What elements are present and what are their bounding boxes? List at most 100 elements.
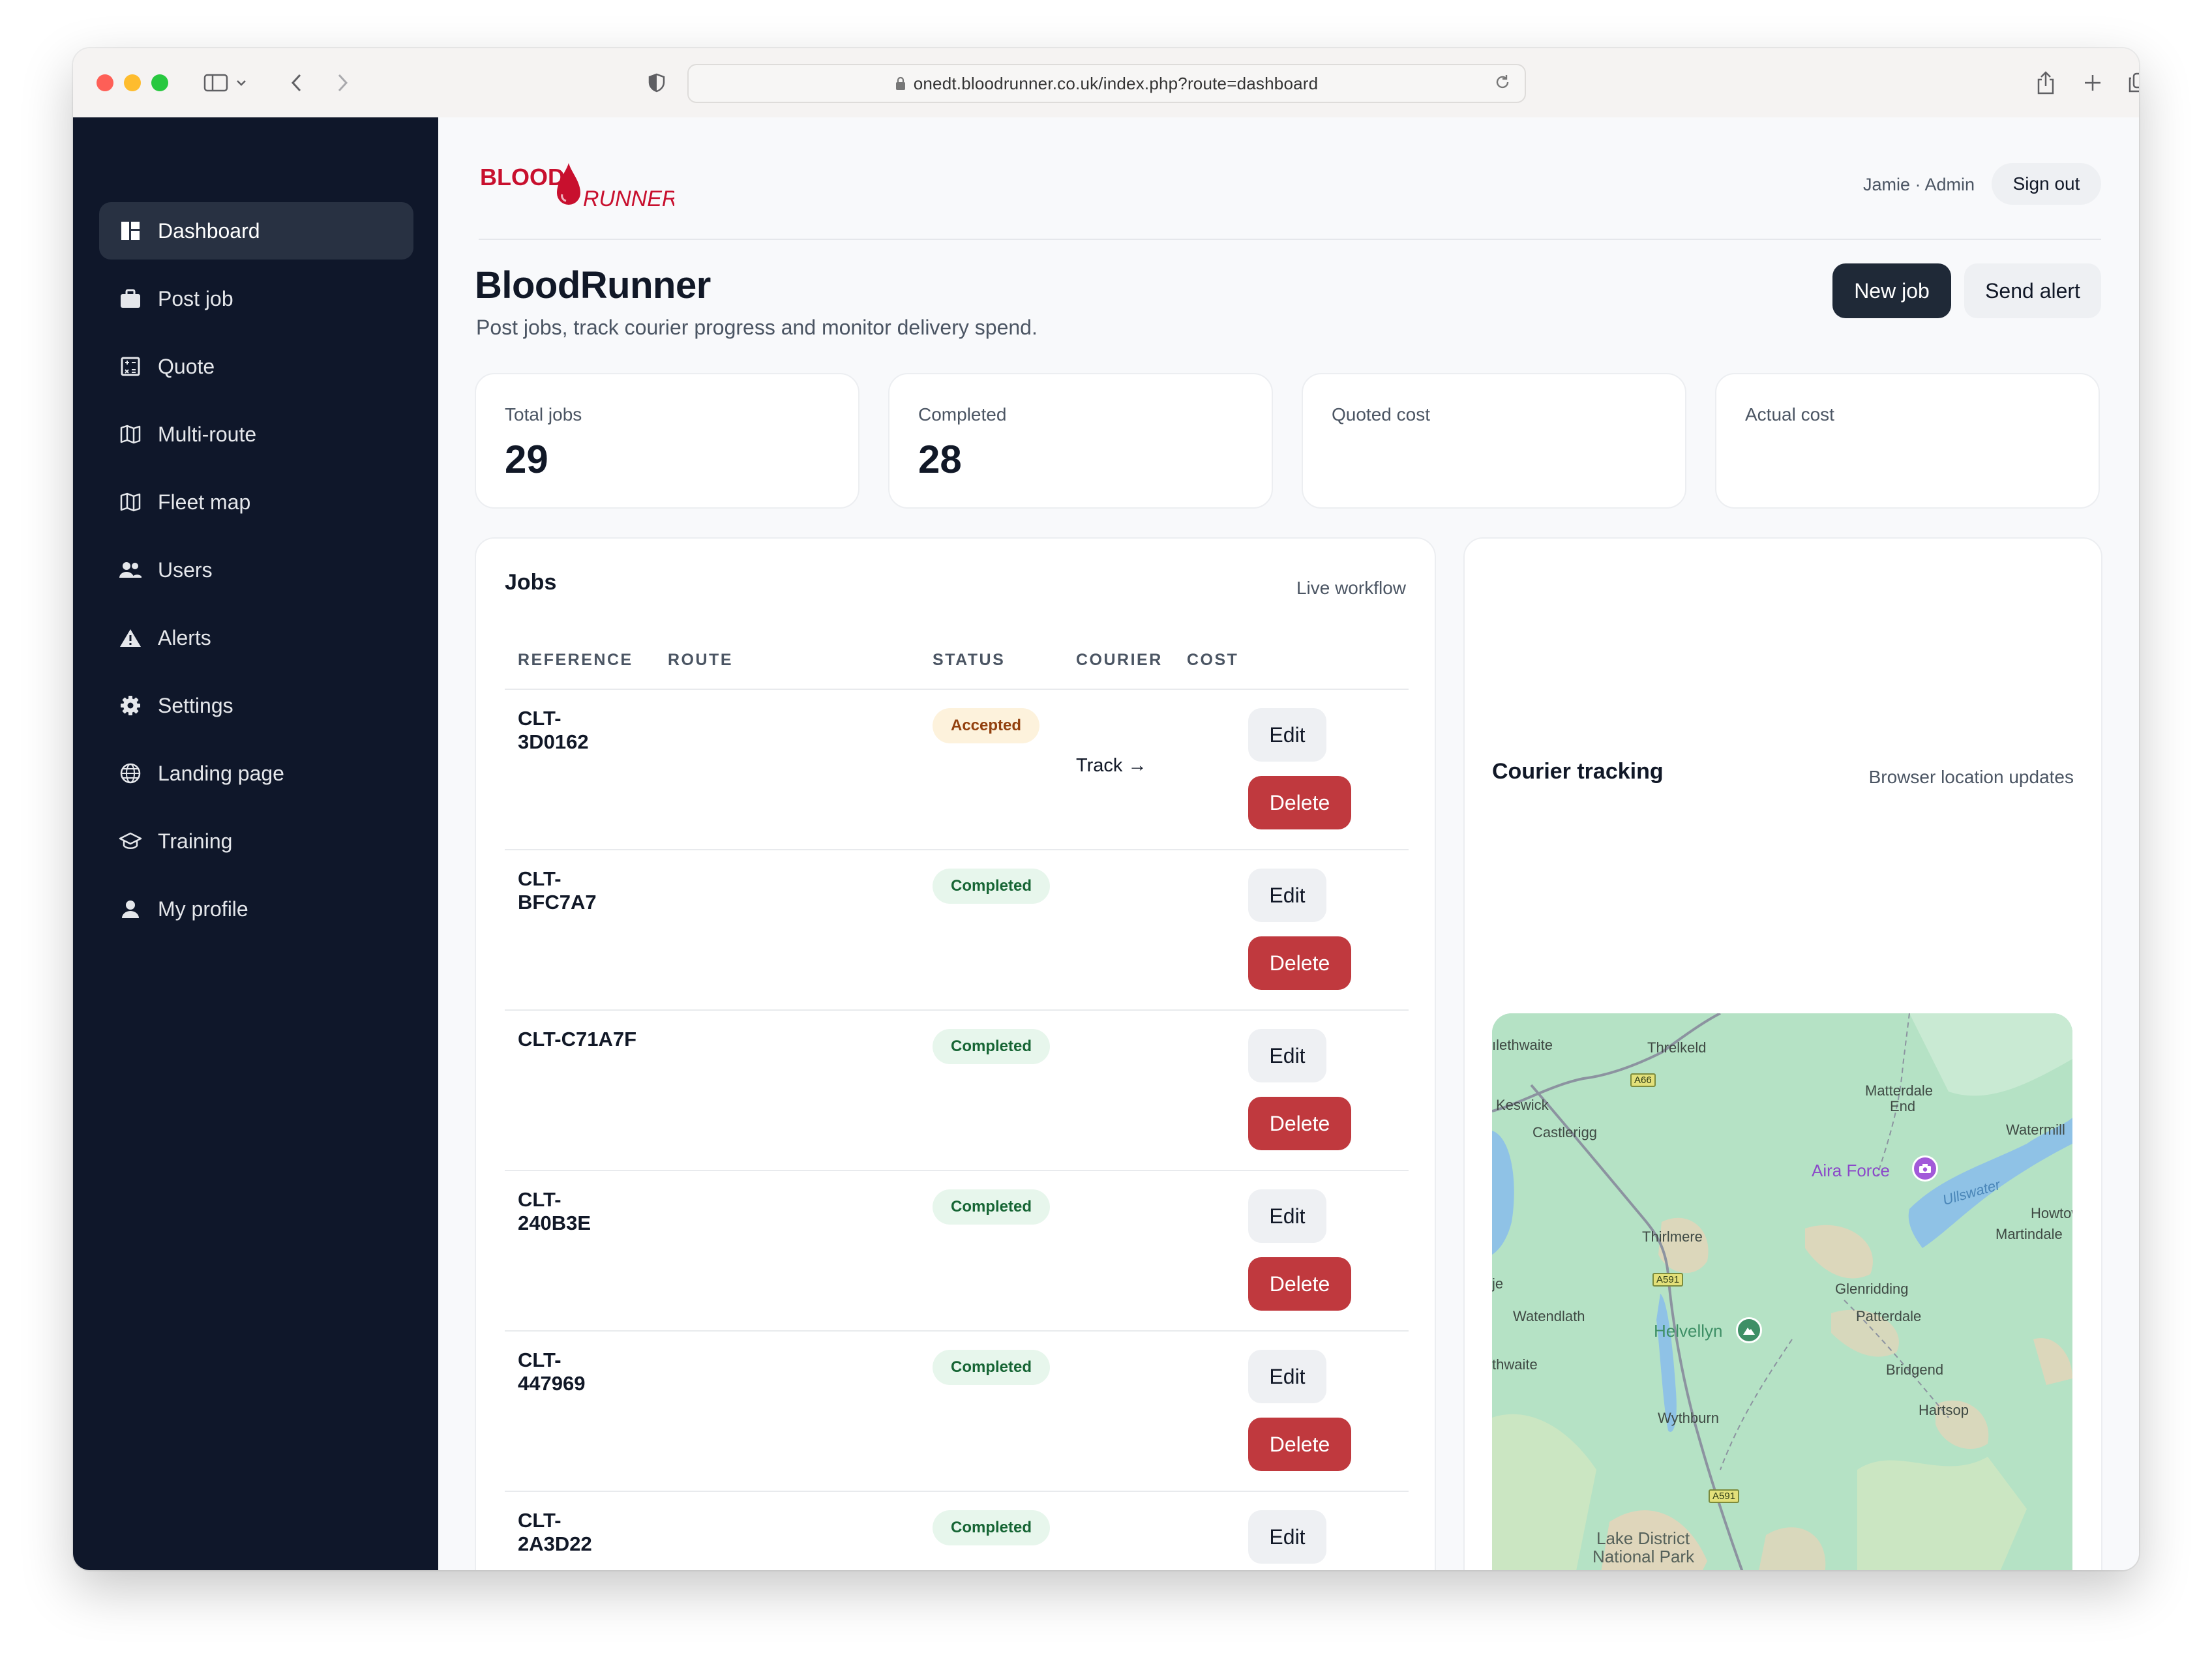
new-tab-icon[interactable] — [2076, 67, 2109, 99]
sidebar-item-fleet-map[interactable]: Fleet map — [99, 473, 413, 531]
logo-text-blood: BLOOD — [480, 164, 565, 190]
sidebar-item-alerts[interactable]: Alerts — [99, 609, 413, 666]
job-reference: CLT- 2A3D22 — [518, 1509, 592, 1555]
sidebar-item-label: Dashboard — [158, 218, 260, 243]
url-text: onedt.bloodrunner.co.uk/index.php?route=… — [913, 73, 1319, 93]
poi-camera-icon[interactable] — [1912, 1155, 1938, 1182]
jobs-card: Jobs Live workflow REFERENCE ROUTE STATU… — [475, 537, 1436, 1570]
map-label: ılethwaite — [1492, 1037, 1553, 1053]
stat-label: Actual cost — [1745, 404, 1834, 424]
stat-card-actual-cost: Actual cost — [1715, 373, 2100, 509]
map-label: Patterdale — [1856, 1308, 1922, 1324]
edit-button[interactable]: Edit — [1248, 1189, 1326, 1243]
stat-label: Completed — [918, 404, 1007, 424]
map-icon — [119, 490, 142, 514]
table-divider — [505, 689, 1409, 690]
sidebar-item-my-profile[interactable]: My profile — [99, 880, 413, 938]
sidebar-item-label: Post job — [158, 286, 233, 310]
sidebar-item-label: Fleet map — [158, 490, 251, 514]
forward-icon[interactable] — [326, 67, 359, 99]
reload-icon[interactable] — [1493, 73, 1512, 91]
delete-button[interactable]: Delete — [1248, 936, 1351, 990]
sidebar: Dashboard Post job Quote Multi-route Fle… — [73, 117, 438, 1570]
dashboard-icon — [119, 219, 142, 243]
address-bar[interactable]: onedt.bloodrunner.co.uk/index.php?route=… — [687, 64, 1526, 103]
delete-button[interactable]: Delete — [1248, 1097, 1351, 1150]
delete-button[interactable]: Delete — [1248, 776, 1351, 829]
map-label: je — [1492, 1275, 1504, 1292]
map-label-peak: Helvellyn — [1654, 1321, 1723, 1341]
bloodrunner-logo[interactable]: BLOOD RUNNER — [479, 158, 678, 216]
tab-overview-icon[interactable] — [2122, 67, 2139, 99]
sidebar-item-label: Multi-route — [158, 422, 257, 446]
map-label: Castlerigg — [1532, 1124, 1598, 1140]
delete-button[interactable]: Delete — [1248, 1418, 1351, 1471]
minimize-window-button[interactable] — [124, 74, 141, 91]
map-label-park: Lake District — [1596, 1528, 1690, 1548]
column-header-courier: COURIER — [1076, 651, 1163, 669]
share-icon[interactable] — [2029, 67, 2062, 99]
sidebar-item-label: My profile — [158, 897, 248, 921]
courier-map[interactable]: ılethwaite Threlkeld A66 Keswick Castler… — [1492, 1013, 2072, 1570]
row-divider — [505, 1170, 1409, 1171]
status-badge: Completed — [933, 1350, 1051, 1385]
sidebar-item-landing-page[interactable]: Landing page — [99, 745, 413, 802]
road-shield: A591 — [1652, 1273, 1684, 1287]
map-label: Threlkeld — [1647, 1039, 1707, 1056]
column-header-reference: REFERENCE — [518, 651, 633, 669]
globe-icon — [119, 762, 142, 785]
browser-toolbar: onedt.bloodrunner.co.uk/index.php?route=… — [73, 48, 2139, 119]
new-job-button[interactable]: New job — [1832, 263, 1951, 318]
warning-icon — [119, 626, 142, 649]
sidebar-item-label: Users — [158, 558, 213, 582]
main-content: BLOOD RUNNER Jamie · Admin Sign out Bloo… — [438, 117, 2139, 1570]
courier-tracking-title: Courier tracking — [1492, 759, 1664, 784]
delete-button[interactable]: Delete — [1248, 1257, 1351, 1311]
send-alert-button[interactable]: Send alert — [1964, 263, 2101, 318]
header-divider — [479, 239, 2101, 240]
row-divider — [505, 1330, 1409, 1332]
graduation-cap-icon — [119, 829, 142, 853]
column-header-status: STATUS — [933, 651, 1006, 669]
sidebar-item-label: Alerts — [158, 625, 211, 649]
logo-text-runner: RUNNER — [583, 186, 674, 211]
sidebar-toggle-icon[interactable] — [197, 67, 256, 99]
sidebar-item-training[interactable]: Training — [99, 812, 413, 870]
sidebar-item-dashboard[interactable]: Dashboard — [99, 202, 413, 260]
map-label: Thirlmere — [1642, 1229, 1703, 1245]
job-reference: CLT- 3D0162 — [518, 707, 589, 753]
close-window-button[interactable] — [97, 74, 113, 91]
sidebar-item-quote[interactable]: Quote — [99, 338, 413, 395]
sidebar-item-settings[interactable]: Settings — [99, 677, 413, 734]
sidebar-item-multi-route[interactable]: Multi-route — [99, 406, 413, 463]
edit-button[interactable]: Edit — [1248, 1350, 1326, 1403]
courier-tracking-meta: Browser location updates — [1868, 767, 2074, 787]
sign-out-button[interactable]: Sign out — [1992, 163, 2101, 205]
track-link[interactable]: Track → — [1076, 755, 1146, 777]
sidebar-item-users[interactable]: Users — [99, 541, 413, 599]
page-subtitle: Post jobs, track courier progress and mo… — [476, 316, 1038, 339]
map-label-poi: Aira Force — [1812, 1161, 1890, 1180]
map-label: Watermill — [2006, 1122, 2065, 1138]
map-label: Watendlath — [1513, 1308, 1585, 1324]
maximize-window-button[interactable] — [151, 74, 168, 91]
current-user-label: Jamie · Admin — [1862, 175, 1975, 194]
sidebar-item-post-job[interactable]: Post job — [99, 270, 413, 327]
stat-card-completed: Completed 28 — [888, 373, 1273, 509]
edit-button[interactable]: Edit — [1248, 869, 1326, 922]
briefcase-icon — [119, 287, 142, 310]
edit-button[interactable]: Edit — [1248, 1029, 1326, 1082]
shield-icon[interactable] — [640, 67, 673, 99]
back-icon[interactable] — [280, 67, 313, 99]
stat-card-total-jobs: Total jobs 29 — [475, 373, 859, 509]
edit-button[interactable]: Edit — [1248, 708, 1326, 762]
mountain-peak-icon[interactable] — [1736, 1317, 1762, 1343]
jobs-title: Jobs — [505, 570, 557, 595]
row-divider — [505, 849, 1409, 850]
status-badge: Completed — [933, 1189, 1051, 1225]
job-reference: CLT- 240B3E — [518, 1188, 591, 1234]
map-label: End — [1890, 1098, 1916, 1114]
map-label: Howtowr — [2031, 1205, 2072, 1221]
status-badge: Completed — [933, 1029, 1051, 1064]
edit-button[interactable]: Edit — [1248, 1510, 1326, 1564]
